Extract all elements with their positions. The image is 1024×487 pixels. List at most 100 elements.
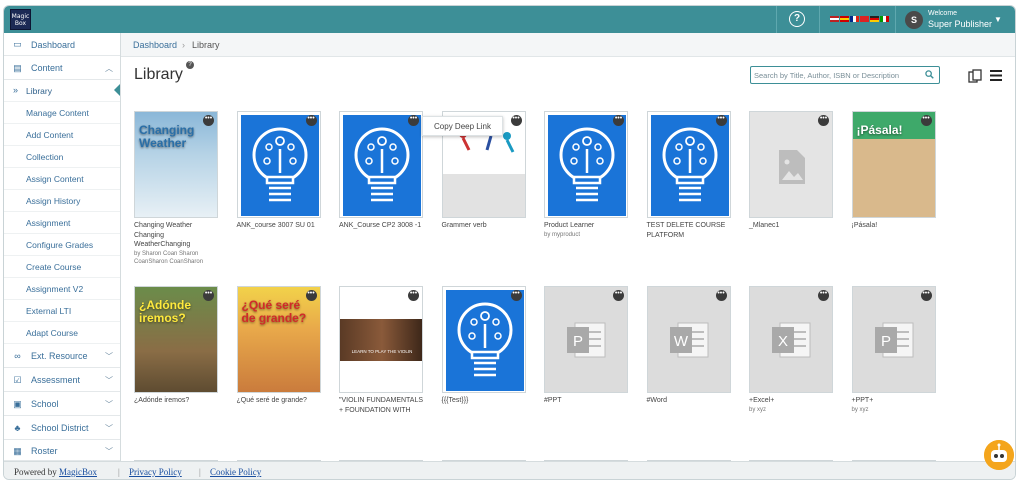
item-title[interactable]: ANK_course 3007 SU 01 xyxy=(237,221,323,231)
chevron-down-icon[interactable]: ﹀ xyxy=(105,351,113,362)
item-title[interactable]: {{{Test}}} xyxy=(442,396,528,406)
item-title[interactable]: TEST DELETE COURSE PLATFORM xyxy=(647,221,733,240)
chevron-up-icon[interactable]: ︿ xyxy=(105,63,113,74)
info-icon[interactable]: ? xyxy=(186,61,194,69)
item-thumbnail[interactable]: X ••• xyxy=(749,286,833,393)
more-options-icon[interactable]: ••• xyxy=(613,290,624,301)
hamburger-menu-icon[interactable] xyxy=(990,70,1002,81)
item-thumbnail[interactable]: ¡Pásala! ••• xyxy=(851,111,936,218)
flag-cn-icon[interactable] xyxy=(860,16,869,22)
sidebar-subitem[interactable]: Manage Content xyxy=(4,102,120,124)
sidebar-subitem[interactable]: Add Content xyxy=(4,124,120,146)
more-options-icon[interactable]: ••• xyxy=(203,290,214,301)
more-options-icon[interactable]: ••• xyxy=(715,115,727,126)
sidebar-subitem[interactable]: Collection xyxy=(4,146,120,168)
flag-us-icon[interactable] xyxy=(830,16,839,22)
more-options-icon[interactable]: ••• xyxy=(305,290,317,301)
course-bulb-icon xyxy=(457,302,512,377)
chevron-down-icon[interactable]: ﹀ xyxy=(105,399,113,410)
sidebar-subitem[interactable]: Adapt Course xyxy=(4,322,120,344)
more-options-icon[interactable]: ••• xyxy=(408,115,419,126)
sidebar-item-school[interactable]: ▣ School ﹀ xyxy=(4,392,120,416)
item-title[interactable]: _Mlanec1 xyxy=(749,221,835,231)
more-options-icon[interactable]: ••• xyxy=(715,290,727,301)
breadcrumb-separator: › xyxy=(182,40,185,50)
sidebar: ▭ Dashboard ▤ Content ︿ » Library Manage C… xyxy=(4,33,121,461)
item-thumbnail[interactable]: ••• xyxy=(339,111,423,218)
chevron-down-icon[interactable]: ▼ xyxy=(994,15,1002,24)
breadcrumb-dashboard-link[interactable]: Dashboard xyxy=(133,40,177,50)
magicbox-link[interactable]: MagicBox xyxy=(59,467,97,477)
sidebar-subitem[interactable]: Configure Grades xyxy=(4,234,120,256)
item-thumbnail[interactable]: LEARN TO PLAY THE VIOLIN ••• xyxy=(339,286,423,393)
item-title[interactable]: +PPT+ xyxy=(852,396,938,406)
item-title[interactable]: #PPT xyxy=(544,396,630,406)
sidebar-subitem[interactable]: Assignment xyxy=(4,212,120,234)
sidebar-subitem[interactable]: Assignment V2 xyxy=(4,278,120,300)
item-title[interactable]: "VIOLIN FUNDAMENTALS + FOUNDATION WITH xyxy=(339,396,425,415)
sidebar-item-content[interactable]: ▤ Content ︿ xyxy=(4,56,120,80)
svg-text:X: X xyxy=(778,333,788,350)
item-thumbnail[interactable]: ••• xyxy=(544,111,628,218)
sidebar-subitem[interactable]: » Library xyxy=(4,80,120,102)
more-options-icon[interactable]: ••• xyxy=(203,115,214,126)
item-thumbnail[interactable]: ••• xyxy=(646,111,731,218)
copy-deep-link-tooltip[interactable]: Copy Deep Link xyxy=(422,116,503,136)
more-options-icon[interactable]: ••• xyxy=(510,290,522,301)
item-thumbnail[interactable]: Changing Weather ••• xyxy=(134,111,218,218)
item-thumbnail[interactable]: ¿Adónde iremos? ••• xyxy=(134,286,218,393)
language-flags[interactable] xyxy=(830,16,889,22)
search-icon[interactable] xyxy=(925,70,934,79)
sidebar-item-roster[interactable]: ▦ Roster ﹀ xyxy=(4,440,120,461)
item-thumbnail[interactable]: ••• xyxy=(236,111,321,218)
avatar[interactable]: S xyxy=(905,11,923,29)
chevron-down-icon[interactable]: ﹀ xyxy=(105,375,113,386)
sidebar-subitem[interactable]: Assign History xyxy=(4,190,120,212)
item-thumbnail[interactable]: W ••• xyxy=(646,286,731,393)
flag-fr-icon[interactable] xyxy=(850,16,859,22)
more-options-icon[interactable]: ••• xyxy=(510,115,522,126)
copy-icon[interactable] xyxy=(968,69,982,83)
chatbot-icon[interactable] xyxy=(984,440,1014,470)
item-title[interactable]: ANK_Course CP2 3008 -1 xyxy=(339,221,425,231)
sidebar-subitem[interactable]: Create Course xyxy=(4,256,120,278)
help-icon[interactable]: ? xyxy=(789,11,805,27)
chevron-down-icon[interactable]: ﹀ xyxy=(105,446,113,457)
chevron-down-icon[interactable]: ﹀ xyxy=(105,423,113,434)
magicbox-logo[interactable]: Magic Box xyxy=(10,9,31,30)
item-title[interactable]: ¡Pásala! xyxy=(852,221,938,231)
more-options-icon[interactable]: ••• xyxy=(818,115,829,126)
sidebar-item-school-district[interactable]: ♣ School District ﹀ xyxy=(4,416,120,440)
item-thumbnail[interactable]: ••• xyxy=(749,111,833,218)
more-options-icon[interactable]: ••• xyxy=(818,290,829,301)
item-title[interactable]: +Excel+ xyxy=(749,396,835,406)
item-title[interactable]: ¿Qué seré de grande? xyxy=(237,396,323,406)
item-title[interactable]: Changing Weather Changing WeatherChangin… xyxy=(134,221,220,250)
more-options-icon[interactable]: ••• xyxy=(408,290,419,301)
more-options-icon[interactable]: ••• xyxy=(305,115,317,126)
sidebar-item-dashboard[interactable]: ▭ Dashboard xyxy=(4,33,120,56)
sidebar-subitem[interactable]: Assign Content xyxy=(4,168,120,190)
sidebar-subitem[interactable]: External LTI xyxy=(4,300,120,322)
more-options-icon[interactable]: ••• xyxy=(920,290,932,301)
flag-it-icon[interactable] xyxy=(880,16,889,22)
flag-es-icon[interactable] xyxy=(840,16,849,22)
item-caption: ANK_Course CP2 3008 -1 xyxy=(339,221,425,231)
item-thumbnail[interactable]: ••• xyxy=(441,286,526,393)
sidebar-item-assessment[interactable]: ☑ Assessment ﹀ xyxy=(4,368,120,392)
user-name[interactable]: Super Publisher xyxy=(928,19,992,29)
privacy-policy-link[interactable]: Privacy Policy xyxy=(129,467,182,477)
item-thumbnail[interactable]: P ••• xyxy=(851,286,936,393)
flag-de-icon[interactable] xyxy=(870,16,879,22)
more-options-icon[interactable]: ••• xyxy=(920,115,932,126)
search-input[interactable] xyxy=(754,69,919,81)
item-title[interactable]: Grammer verb xyxy=(442,221,528,231)
item-title[interactable]: ¿Adónde iremos? xyxy=(134,396,220,406)
item-title[interactable]: #Word xyxy=(647,396,733,406)
cookie-policy-link[interactable]: Cookie Policy xyxy=(210,467,261,477)
sidebar-item-ext-resource[interactable]: ∞ Ext. Resource ﹀ xyxy=(4,344,120,368)
item-thumbnail[interactable]: ¿Qué seré de grande? ••• xyxy=(236,286,321,393)
item-thumbnail[interactable]: P ••• xyxy=(544,286,628,393)
item-title[interactable]: Product Learner xyxy=(544,221,630,231)
more-options-icon[interactable]: ••• xyxy=(613,115,624,126)
